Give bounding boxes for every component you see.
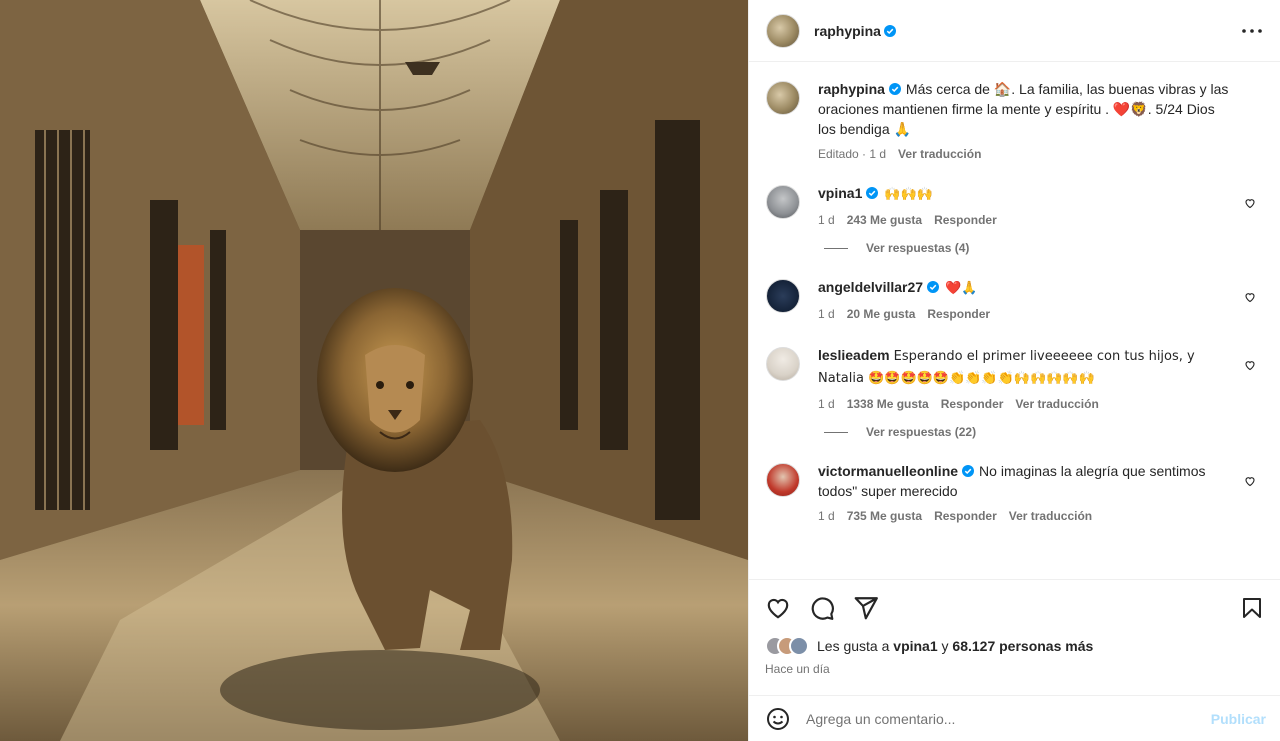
save-icon[interactable] bbox=[1240, 595, 1264, 621]
replies-line bbox=[824, 247, 848, 249]
more-icon bbox=[1242, 28, 1262, 33]
comment-avatar[interactable] bbox=[766, 347, 800, 381]
likes-user[interactable]: vpina1 bbox=[893, 638, 937, 654]
comment-username[interactable]: victormanuelleonline bbox=[818, 463, 958, 479]
comment-username[interactable]: vpina1 bbox=[818, 185, 862, 201]
post-date[interactable]: Hace un día bbox=[765, 662, 1264, 676]
comment-avatar[interactable] bbox=[766, 463, 800, 497]
verified-icon bbox=[927, 281, 940, 293]
likes-connector: y bbox=[941, 638, 949, 654]
comment: victormanuelleonline No imaginas la alegr… bbox=[766, 461, 1264, 523]
comment-age: 1 d bbox=[818, 307, 835, 321]
view-replies-button[interactable]: Ver respuestas (4) bbox=[824, 241, 1264, 255]
caption: raphypina Más cerca de 🏠. La familia, las… bbox=[766, 79, 1264, 161]
verified-icon bbox=[888, 83, 901, 95]
comment-username[interactable]: angeldelvillar27 bbox=[818, 279, 923, 295]
translate-link[interactable]: Ver traducción bbox=[1009, 509, 1092, 523]
share-icon[interactable] bbox=[853, 595, 879, 621]
comment-text: ❤️🙏 bbox=[945, 281, 978, 296]
comment-icon[interactable] bbox=[809, 595, 835, 621]
action-bar: Les gusta a vpina1 y 68.127 personas más… bbox=[749, 579, 1280, 695]
reply-button[interactable]: Responder bbox=[934, 213, 997, 227]
translate-link[interactable]: Ver traducción bbox=[1015, 397, 1098, 411]
verified-icon bbox=[866, 187, 879, 199]
like-icon[interactable] bbox=[765, 595, 791, 621]
comments-list[interactable]: raphypina Más cerca de 🏠. La familia, las… bbox=[749, 62, 1280, 579]
caption-translate-link[interactable]: Ver traducción bbox=[898, 147, 981, 161]
comment: leslieadem Esperando el primer liveeeeee … bbox=[766, 345, 1264, 411]
post-viewer: raphypina raphypina Más cerca de 🏠. La fa… bbox=[0, 0, 1280, 741]
view-replies-label: Ver respuestas (22) bbox=[866, 425, 977, 439]
liker-avatars bbox=[765, 636, 809, 656]
more-options-button[interactable] bbox=[1240, 19, 1264, 43]
verified-icon bbox=[883, 24, 896, 37]
reply-button[interactable]: Responder bbox=[934, 509, 997, 523]
caption-edited: Editado · 1 d bbox=[818, 147, 887, 161]
comment-likes[interactable]: 20 Me gusta bbox=[847, 307, 916, 321]
likes-count[interactable]: 68.127 personas más bbox=[952, 638, 1093, 654]
verified-icon bbox=[962, 465, 975, 477]
heart-small-icon[interactable] bbox=[1244, 291, 1256, 303]
author-avatar[interactable] bbox=[766, 13, 800, 48]
post-header: raphypina bbox=[749, 0, 1280, 62]
heart-small-icon[interactable] bbox=[1244, 197, 1256, 209]
author-username[interactable]: raphypina bbox=[814, 23, 881, 39]
comment: vpina1 🙌🙌🙌 1 d 243 Me gusta Responder bbox=[766, 183, 1264, 227]
comment-avatar[interactable] bbox=[766, 185, 800, 219]
comment-text: 🙌🙌🙌 bbox=[884, 187, 933, 202]
comment-input[interactable] bbox=[806, 710, 1211, 727]
reply-button[interactable]: Responder bbox=[941, 397, 1004, 411]
comment-age: 1 d bbox=[818, 397, 835, 411]
comment-avatar[interactable] bbox=[766, 279, 800, 313]
lion-painting bbox=[0, 0, 748, 741]
heart-small-icon[interactable] bbox=[1244, 475, 1256, 487]
caption-username[interactable]: raphypina bbox=[818, 81, 885, 97]
comment-username[interactable]: leslieadem bbox=[818, 347, 890, 363]
comment-age: 1 d bbox=[818, 509, 835, 523]
likes-prefix: Les gusta a bbox=[817, 638, 890, 654]
likes-summary[interactable]: Les gusta a vpina1 y 68.127 personas más bbox=[765, 636, 1264, 656]
heart-small-icon[interactable] bbox=[1244, 359, 1256, 371]
caption-avatar[interactable] bbox=[766, 81, 800, 115]
publish-button[interactable]: Publicar bbox=[1211, 711, 1266, 727]
comment-likes[interactable]: 1338 Me gusta bbox=[847, 397, 929, 411]
post-sidebar: raphypina raphypina Más cerca de 🏠. La fa… bbox=[748, 0, 1280, 741]
comment: angeldelvillar27 ❤️🙏 1 d 20 Me gusta Resp… bbox=[766, 277, 1264, 321]
view-replies-button[interactable]: Ver respuestas (22) bbox=[824, 425, 1264, 439]
comment-age: 1 d bbox=[818, 213, 835, 227]
comment-likes[interactable]: 735 Me gusta bbox=[847, 509, 922, 523]
view-replies-label: Ver respuestas (4) bbox=[866, 241, 970, 255]
replies-line bbox=[824, 431, 848, 433]
emoji-icon[interactable] bbox=[766, 707, 790, 731]
comment-likes[interactable]: 243 Me gusta bbox=[847, 213, 922, 227]
post-image[interactable] bbox=[0, 0, 748, 741]
comment-composer: Publicar bbox=[749, 695, 1280, 741]
reply-button[interactable]: Responder bbox=[927, 307, 990, 321]
